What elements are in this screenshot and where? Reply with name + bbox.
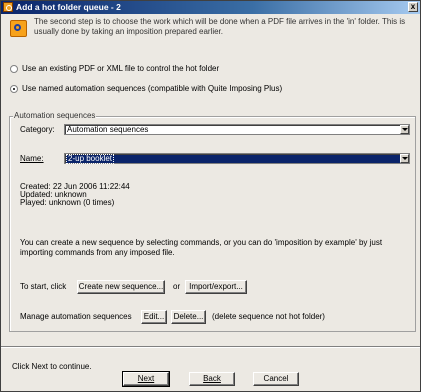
delete-note: (delete sequence not hot folder) [212,312,325,321]
app-icon [3,2,13,12]
or-label: or [173,282,181,291]
window-title: Add a hot folder queue - 2 [16,2,121,12]
back-button[interactable]: Back [189,372,235,386]
start-label: To start, click [20,282,67,291]
delete-button[interactable]: Delete... [171,310,206,324]
category-dropdown[interactable]: Automation sequences [64,124,410,135]
radio-existing-file-icon[interactable] [10,64,18,73]
radio-named-sequences-label: Use named automation sequences (compatib… [22,84,283,93]
back-button-label: Back [203,374,221,383]
category-value: Automation sequences [67,125,149,134]
create-new-sequence-button[interactable]: Create new sequence... [77,280,165,294]
radio-named-sequences[interactable]: Use named automation sequences (compatib… [10,84,282,94]
close-button[interactable]: x [408,2,418,12]
sequence-help-text: You can create a new sequence by selecti… [20,238,383,257]
name-dropdown[interactable]: 2-up booklet [64,153,410,164]
name-label: Name: [20,154,44,163]
quite-imposing-icon [10,20,27,37]
cancel-button[interactable]: Cancel [253,372,299,386]
radio-existing-file-label: Use an existing PDF or XML file to contr… [22,64,220,73]
radio-existing-file[interactable]: Use an existing PDF or XML file to contr… [10,64,219,74]
manage-label: Manage automation sequences [20,312,132,321]
radio-named-sequences-icon[interactable] [10,84,18,93]
group-title: Automation sequences [13,111,97,121]
next-button[interactable]: Next [122,371,170,387]
category-label: Category: [20,125,55,134]
chevron-down-icon[interactable] [400,154,409,163]
automation-sequences-group [9,116,416,332]
dialog-window: Add a hot folder queue - 2 x The second … [0,0,421,392]
title-bar[interactable]: Add a hot folder queue - 2 x [1,1,420,14]
next-button-label: Next [137,374,155,383]
name-value: 2-up booklet [65,154,115,164]
intro-text: The second step is to choose the work wh… [34,17,406,36]
import-export-button[interactable]: Import/export... [185,280,247,294]
edit-button[interactable]: Edit... [141,310,167,324]
played-info: Played: unknown (0 times) [20,198,115,207]
continue-hint: Click Next to continue. [12,362,92,371]
footer-separator [1,346,420,348]
chevron-down-icon[interactable] [400,125,409,134]
